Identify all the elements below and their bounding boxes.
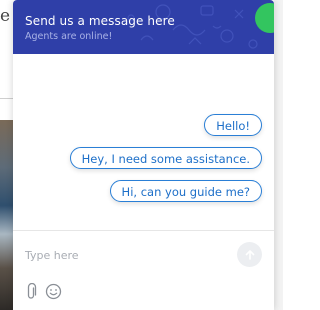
message-bubble[interactable]: Hi, can you guide me? <box>109 180 262 202</box>
arrow-up-icon <box>245 249 254 260</box>
background-right-strip <box>274 0 283 310</box>
send-button[interactable] <box>237 242 262 267</box>
message-bubble[interactable]: Hey, I need some assistance. <box>69 147 262 169</box>
background-partial-text: e <box>0 6 11 26</box>
chat-header-subtitle: Agents are online! <box>25 31 113 42</box>
background-divider <box>0 98 14 99</box>
chat-widget: Send us a message here Agents are online… <box>13 0 274 310</box>
message-input[interactable]: Type here <box>25 249 79 262</box>
smiley-icon[interactable] <box>45 283 62 300</box>
paperclip-icon[interactable] <box>24 283 38 301</box>
chat-header: Send us a message here Agents are online… <box>13 0 274 54</box>
message-bubble[interactable]: Hello! <box>204 114 262 136</box>
message-composer: Type here <box>13 231 274 310</box>
message-list: Hello! Hey, I need some assistance. Hi, … <box>13 54 274 230</box>
chat-header-title: Send us a message here <box>25 14 175 28</box>
